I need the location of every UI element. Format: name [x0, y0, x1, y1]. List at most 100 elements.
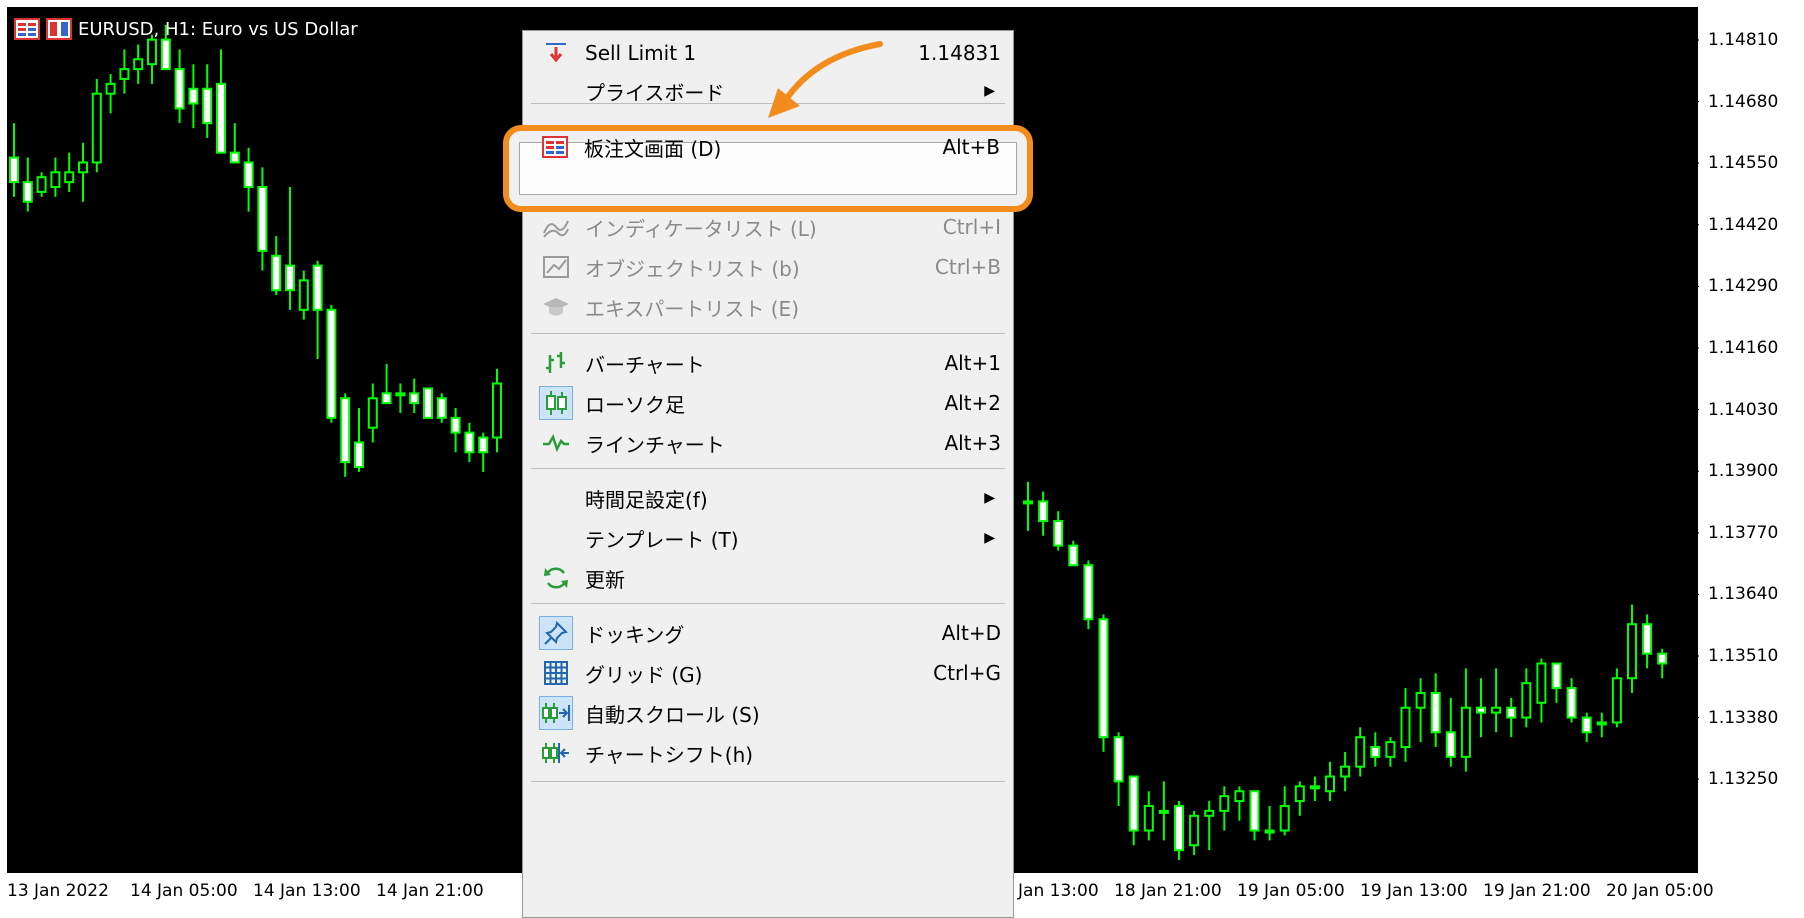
menu-separator	[531, 603, 1005, 604]
candle	[1445, 697, 1456, 767]
menu-item-candlestick[interactable]: ローソク足 Alt+2	[523, 383, 1013, 423]
time-axis-label: 19 Jan 13:00	[1360, 881, 1468, 901]
menu-item-label: チャートシフト(h)	[585, 742, 754, 767]
candle	[1400, 688, 1411, 762]
menu-item-label: インディケータリスト (L)	[585, 216, 817, 241]
candle	[1385, 737, 1396, 767]
candle	[1174, 801, 1184, 860]
candle	[1642, 614, 1653, 669]
candle	[1355, 727, 1366, 777]
candle	[1309, 776, 1320, 802]
price-axis-label: 1.13640	[1708, 584, 1779, 605]
candle	[285, 187, 295, 310]
candle	[1158, 781, 1169, 841]
menu-item-shortcut: Alt+B	[942, 135, 1000, 159]
candle	[1219, 786, 1230, 831]
time-axis-label: 20 Jan 05:00	[1606, 881, 1714, 901]
depth-of-market-icon[interactable]	[14, 18, 40, 40]
candle	[409, 378, 420, 413]
menu-item-chart-shift[interactable]: チャートシフト(h)	[523, 733, 1013, 773]
time-axis-label: 14 Jan 21:00	[376, 881, 484, 901]
candle	[1128, 775, 1139, 846]
menu-item-shortcut: 1.14831	[918, 41, 1001, 65]
price-axis-label: 1.14680	[1708, 91, 1779, 112]
expert-list-icon	[539, 290, 573, 324]
indicator-list-icon	[539, 210, 573, 244]
candle	[1234, 786, 1245, 821]
menu-item-docking-pin[interactable]: ドッキング Alt+D	[523, 613, 1013, 653]
price-axis-label: 1.13510	[1708, 646, 1779, 666]
auto-scroll-icon	[539, 696, 573, 730]
submenu-arrow-icon: ▶	[984, 530, 995, 546]
candle	[243, 147, 254, 212]
menu-item-indicator-list: インディケータリスト (L) Ctrl+I	[523, 207, 1013, 247]
price-axis-label: 1.14030	[1708, 399, 1779, 420]
candle	[1053, 511, 1064, 551]
candle	[271, 236, 282, 296]
price-axis-label: 1.14550	[1708, 153, 1779, 174]
chart-shift-icon	[539, 736, 573, 770]
time-axis-label: 19 Jan 05:00	[1237, 881, 1345, 901]
candle	[298, 270, 309, 320]
menu-item-object-list: オブジェクトリスト (b) Ctrl+B	[523, 247, 1013, 287]
candle	[257, 167, 268, 271]
menu-item-grid[interactable]: グリッド (G) Ctrl+G	[523, 653, 1013, 693]
chart-window: 1.14810 1.14680 1.14550 1.14420 1.14290 1.141…	[0, 0, 1804, 918]
menu-item-shortcut: Alt+1	[944, 351, 1001, 375]
candlestick-icon	[539, 386, 573, 420]
candle	[492, 368, 502, 453]
candle	[1491, 668, 1502, 733]
candle	[478, 432, 489, 472]
menu-item-label: ドッキング	[585, 622, 685, 647]
menu-item-item-10[interactable]: 時間足設定(f) ▶	[523, 478, 1013, 518]
candle	[381, 363, 392, 405]
candle	[1023, 481, 1033, 531]
candle	[105, 74, 116, 114]
candle	[9, 123, 19, 197]
submenu-arrow-icon: ▶	[984, 83, 995, 99]
menu-item-label: 時間足設定(f)	[585, 487, 708, 512]
candle	[1460, 668, 1471, 772]
candle	[188, 64, 199, 129]
menu-item-label: オブジェクトリスト (b)	[585, 256, 800, 281]
bar-chart-icon	[539, 346, 573, 380]
menu-item-expert-list: エキスパートリスト (E)	[523, 287, 1013, 327]
menu-item-line-chart[interactable]: ラインチャート Alt+3	[523, 423, 1013, 463]
menu-separator	[531, 333, 1005, 334]
candle	[354, 408, 364, 472]
one-click-trading-icon[interactable]	[46, 18, 72, 40]
candle	[1038, 491, 1049, 536]
menu-item-label: テンプレート (T)	[585, 527, 739, 552]
menu-item-label: エキスパートリスト (E)	[585, 296, 799, 321]
grid-icon	[539, 656, 573, 690]
candle	[1143, 791, 1154, 841]
menu-item-label: Sell Limit 1	[585, 41, 697, 65]
menu-item-label: プライスボード	[585, 80, 725, 105]
candle	[1566, 678, 1577, 723]
menu-item-label: ローソク足	[585, 392, 685, 417]
candle	[1204, 801, 1215, 851]
annotation-arrow-icon	[768, 41, 883, 118]
menu-item-depth-of-market[interactable]: 板注文画面 (D) Alt+B	[522, 127, 1012, 167]
time-axis-label: 19 Jan 21:00	[1483, 881, 1591, 901]
candle	[1083, 560, 1094, 630]
candle	[22, 157, 33, 212]
candle	[1551, 662, 1562, 703]
refresh-icon	[539, 561, 573, 595]
candle	[1415, 678, 1426, 743]
time-axis-label: 14 Jan 05:00	[130, 881, 238, 901]
candle	[423, 387, 433, 419]
menu-item-auto-scroll[interactable]: 自動スクロール (S)	[523, 693, 1013, 733]
menu-item-bar-chart[interactable]: バーチャート Alt+1	[523, 343, 1013, 383]
menu-item-item-11[interactable]: テンプレート (T) ▶	[523, 518, 1013, 558]
candle	[1536, 658, 1547, 723]
candle	[1430, 673, 1441, 748]
candle	[229, 123, 240, 164]
candle	[1068, 540, 1079, 567]
menu-item-refresh[interactable]: 更新	[523, 558, 1013, 598]
candle	[326, 304, 337, 423]
object-list-icon	[539, 250, 573, 284]
candle	[1098, 614, 1109, 752]
submenu-arrow-icon: ▶	[984, 490, 995, 506]
candle	[464, 422, 475, 463]
